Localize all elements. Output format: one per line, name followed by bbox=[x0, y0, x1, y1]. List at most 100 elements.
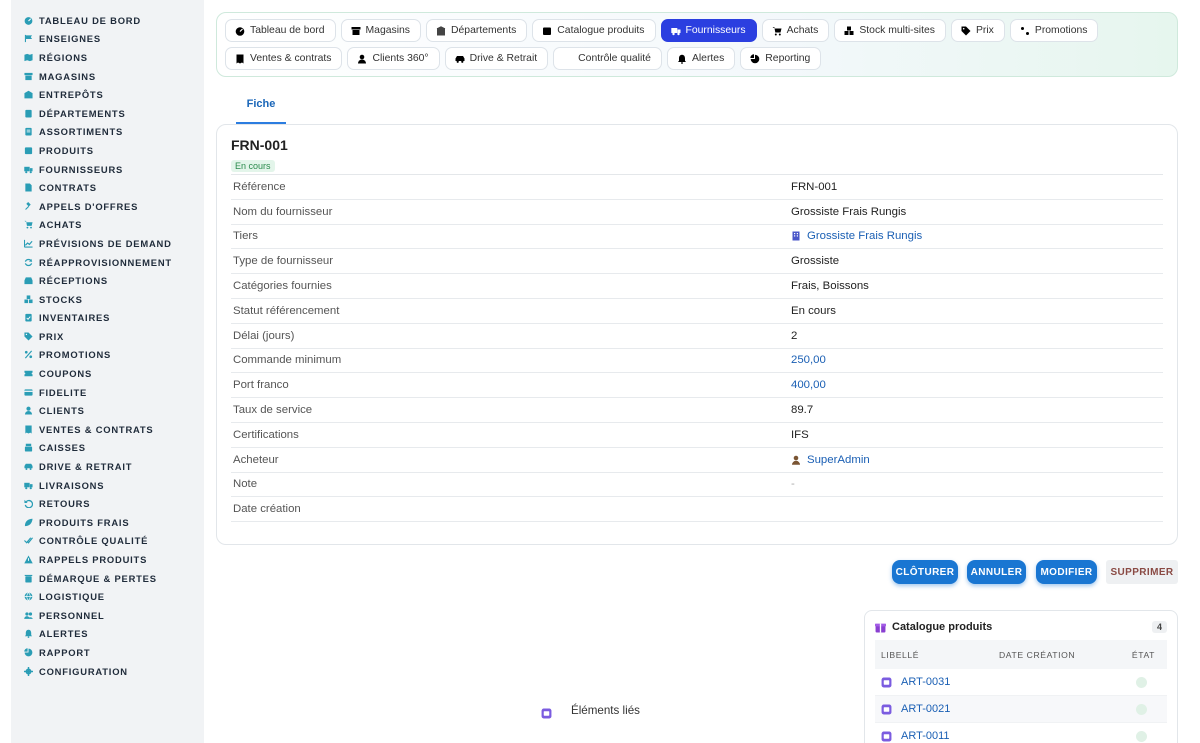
sidebar-item-retours[interactable]: RETOURS bbox=[11, 494, 204, 513]
sidebar-item-tableau-de-bord[interactable]: TABLEAU DE BORD bbox=[11, 11, 204, 30]
sidebar-item-drive-retrait[interactable]: DRIVE & RETRAIT bbox=[11, 457, 204, 476]
field-value-text: 400,00 bbox=[791, 379, 826, 392]
sidebar-item-label: CLIENTS bbox=[39, 405, 85, 417]
field-row: Commande minimum 250,00 bbox=[231, 349, 1163, 374]
sidebar-item-prix[interactable]: PRIX bbox=[11, 327, 204, 346]
column-date-creation[interactable]: DATE CRÉATION bbox=[999, 650, 1131, 660]
sidebar-item-enseignes[interactable]: ENSEIGNES bbox=[11, 30, 204, 49]
tab-label: Stock multi-sites bbox=[859, 25, 935, 36]
field-row: Acheteur SuperAdmin bbox=[231, 448, 1163, 473]
sidebar-item-contr-le-qualit[interactable]: CONTRÔLE QUALITÉ bbox=[11, 532, 204, 551]
field-value: 250,00 bbox=[791, 354, 826, 366]
sidebar-item-appels-d-offres[interactable]: APPELS D'OFFRES bbox=[11, 197, 204, 216]
sidebar-item-fournisseurs[interactable]: FOURNISSEURS bbox=[11, 160, 204, 179]
field-label: Date création bbox=[233, 503, 301, 516]
percent-icon bbox=[24, 350, 33, 359]
sidebar-item-label: DRIVE & RETRAIT bbox=[39, 461, 133, 473]
sidebar-item-r-approvisionnement[interactable]: RÉAPPROVISIONNEMENT bbox=[11, 253, 204, 272]
sidebar-item-d-partements[interactable]: DÉPARTEMENTS bbox=[11, 104, 204, 123]
sidebar-item-entrep-ts[interactable]: ENTREPÔTS bbox=[11, 85, 204, 104]
tab-catalogue-produits[interactable]: Catalogue produits bbox=[532, 19, 656, 42]
sidebar-item-personnel[interactable]: PERSONNEL bbox=[11, 606, 204, 625]
field-label: Catégories fournies bbox=[233, 280, 332, 293]
tab-prix[interactable]: Prix bbox=[950, 19, 1005, 42]
field-value[interactable]: SuperAdmin bbox=[791, 454, 870, 466]
field-row: Catégories fournies Frais, Boissons bbox=[231, 274, 1163, 299]
sidebar-item-contrats[interactable]: CONTRATS bbox=[11, 178, 204, 197]
sidebar-item-magasins[interactable]: MAGASINS bbox=[11, 67, 204, 86]
box-icon bbox=[24, 146, 33, 155]
sidebar-item-inventaires[interactable]: INVENTAIRES bbox=[11, 309, 204, 328]
tab-magasins[interactable]: Magasins bbox=[340, 19, 422, 42]
sidebar-item-label: PRODUITS bbox=[39, 144, 94, 156]
table-row[interactable]: ART-0011 bbox=[875, 723, 1167, 743]
sidebar-item-label: RETOURS bbox=[39, 498, 91, 510]
sidebar-item-label: APPELS D'OFFRES bbox=[39, 200, 139, 212]
cancel-button[interactable]: ANNULER bbox=[967, 560, 1026, 584]
table-row[interactable]: ART-0031 bbox=[875, 669, 1167, 696]
sidebar-item-rapport[interactable]: RAPPORT bbox=[11, 643, 204, 662]
cube-icon bbox=[541, 708, 552, 719]
tab-contr-le-qualit[interactable]: Contrôle qualité bbox=[553, 47, 662, 70]
tab-label: Catalogue produits bbox=[557, 25, 645, 36]
edit-button[interactable]: MODIFIER bbox=[1036, 560, 1097, 584]
field-value[interactable]: Grossiste Frais Rungis bbox=[791, 230, 922, 242]
sidebar-item-coupons[interactable]: COUPONS bbox=[11, 364, 204, 383]
sidebar-item-produits-frais[interactable]: PRODUITS FRAIS bbox=[11, 513, 204, 532]
tab-alertes[interactable]: Alertes bbox=[666, 47, 736, 70]
sidebar-item-label: RÉCEPTIONS bbox=[39, 275, 108, 287]
table-row[interactable]: ART-0021 bbox=[875, 696, 1167, 723]
sidebar-item-clients[interactable]: CLIENTS bbox=[11, 401, 204, 420]
column-libelle[interactable]: LIBELLÉ bbox=[881, 650, 999, 660]
sidebar-item-caisses[interactable]: CAISSES bbox=[11, 439, 204, 458]
status-badge: En cours bbox=[231, 160, 275, 172]
field-label: Nom du fournisseur bbox=[233, 205, 333, 218]
sidebar-item-achats[interactable]: ACHATS bbox=[11, 216, 204, 235]
percent-icon bbox=[1020, 26, 1030, 36]
tab-fournisseurs[interactable]: Fournisseurs bbox=[660, 19, 757, 42]
column-etat[interactable]: ÉTAT bbox=[1131, 650, 1161, 660]
sidebar-item-ventes-contrats[interactable]: VENTES & CONTRATS bbox=[11, 420, 204, 439]
tab-drive-retrait[interactable]: Drive & Retrait bbox=[444, 47, 549, 70]
sidebar-item-stocks[interactable]: STOCKS bbox=[11, 290, 204, 309]
tab-fiche[interactable]: Fiche bbox=[236, 94, 286, 124]
tab-label: Fournisseurs bbox=[685, 25, 746, 36]
sidebar-item-r-ceptions[interactable]: RÉCEPTIONS bbox=[11, 271, 204, 290]
delete-button[interactable]: SUPPRIMER bbox=[1106, 560, 1178, 584]
sidebar-item-fidelite[interactable]: FIDELITE bbox=[11, 383, 204, 402]
sidebar-item-r-gions[interactable]: RÉGIONS bbox=[11, 48, 204, 67]
tab-d-partements[interactable]: Départements bbox=[426, 19, 528, 42]
sidebar-item-label: RÉGIONS bbox=[39, 51, 88, 63]
row-label-link[interactable]: ART-0021 bbox=[901, 703, 950, 715]
receipt-icon bbox=[235, 54, 245, 64]
row-label-link[interactable]: ART-0031 bbox=[901, 676, 950, 688]
catalogue-columns: LIBELLÉ DATE CRÉATION ÉTAT bbox=[875, 640, 1167, 669]
sidebar-item-alertes[interactable]: ALERTES bbox=[11, 625, 204, 644]
tab-tableau-de-bord[interactable]: Tableau de bord bbox=[225, 19, 336, 42]
field-row: Date création bbox=[231, 497, 1163, 523]
close-button[interactable]: CLÔTURER bbox=[892, 560, 958, 584]
row-label-link[interactable]: ART-0011 bbox=[901, 730, 950, 742]
field-value-text: Grossiste Frais Rungis bbox=[807, 230, 923, 243]
field-value: 400,00 bbox=[791, 379, 826, 391]
sidebar-item-logistique[interactable]: LOGISTIQUE bbox=[11, 587, 204, 606]
tab-clients-360[interactable]: Clients 360° bbox=[347, 47, 440, 70]
field-value: 2 bbox=[791, 330, 797, 342]
tab-reporting[interactable]: Reporting bbox=[740, 47, 822, 70]
user-icon bbox=[791, 455, 801, 465]
sidebar-item-livraisons[interactable]: LIVRAISONS bbox=[11, 476, 204, 495]
tab-label: Contrôle qualité bbox=[578, 53, 651, 64]
tab-promotions[interactable]: Promotions bbox=[1009, 19, 1099, 42]
status-dot-icon bbox=[1136, 676, 1147, 688]
sidebar-item-produits[interactable]: PRODUITS bbox=[11, 141, 204, 160]
field-value: Frais, Boissons bbox=[791, 280, 869, 292]
sidebar-item-pr-visions-de-demand[interactable]: PRÉVISIONS DE DEMAND bbox=[11, 234, 204, 253]
tab-ventes-contrats[interactable]: Ventes & contrats bbox=[225, 47, 343, 70]
tab-stock-multi-sites[interactable]: Stock multi-sites bbox=[834, 19, 946, 42]
gift-icon bbox=[875, 622, 886, 633]
sidebar-item-configuration[interactable]: CONFIGURATION bbox=[11, 662, 204, 681]
field-value-text: 2 bbox=[791, 329, 798, 342]
tab-achats[interactable]: Achats bbox=[761, 19, 830, 42]
sidebar-item-promotions[interactable]: PROMOTIONS bbox=[11, 346, 204, 365]
sidebar-item-assortiments[interactable]: ASSORTIMENTS bbox=[11, 123, 204, 142]
